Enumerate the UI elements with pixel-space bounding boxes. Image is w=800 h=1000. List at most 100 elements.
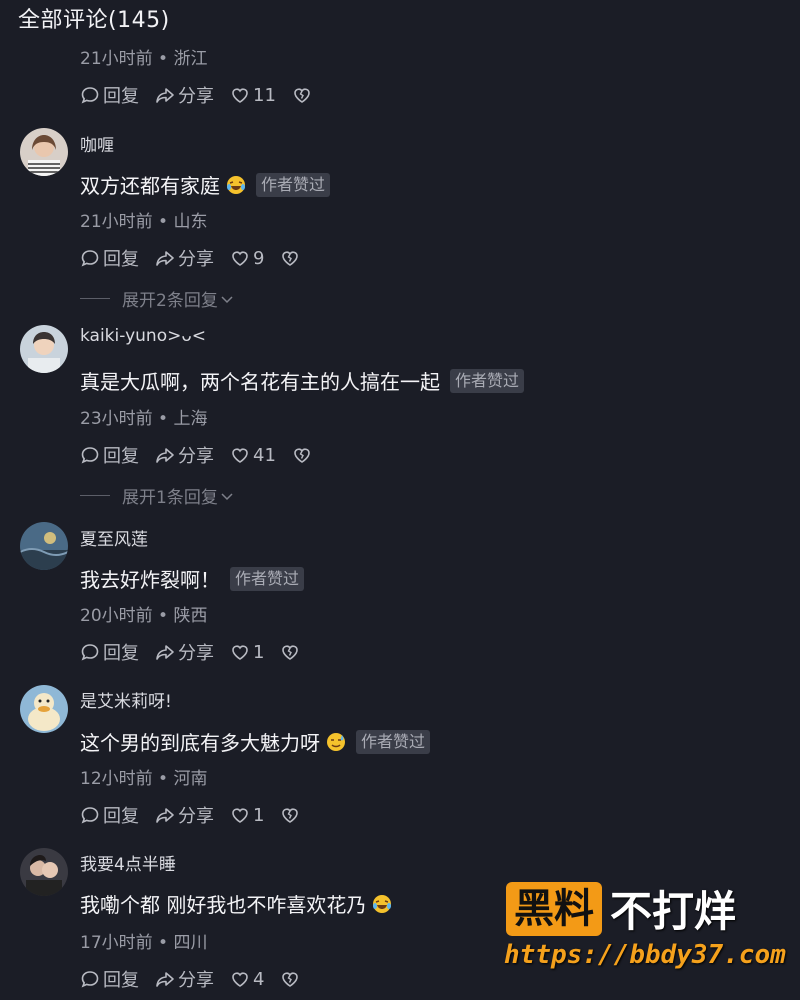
user-avatar-image xyxy=(20,128,68,176)
like-count: 9 xyxy=(253,247,265,269)
comment-actions: 回复 分享 4 xyxy=(80,966,319,992)
comment-meta: 21小时前 • 浙江 xyxy=(80,49,208,69)
reply-bubble-icon xyxy=(81,250,99,267)
reply-button[interactable]: 回复 xyxy=(80,639,139,665)
reply-button[interactable]: 回复 xyxy=(80,82,139,108)
chevron-down-icon xyxy=(221,295,233,303)
avatar[interactable] xyxy=(20,522,68,570)
like-count: 4 xyxy=(253,968,265,990)
share-button[interactable]: 分享 xyxy=(155,245,214,271)
expand-replies-label: 展开2条回复 xyxy=(122,291,218,311)
comment-meta: 12小时前 • 河南 xyxy=(80,769,208,789)
reply-button[interactable]: 回复 xyxy=(80,802,139,828)
share-button[interactable]: 分享 xyxy=(155,966,214,992)
heart-icon xyxy=(232,88,248,103)
like-button[interactable]: 1 xyxy=(230,642,264,663)
comment-actions: 回复 分享 41 xyxy=(80,442,331,468)
expand-replies-label: 展开1条回复 xyxy=(122,488,218,508)
heart-icon xyxy=(232,645,248,660)
share-label: 分享 xyxy=(178,970,214,991)
like-count: 1 xyxy=(253,641,265,663)
share-icon xyxy=(156,448,174,463)
broken-heart-icon xyxy=(282,808,299,823)
username[interactable]: 夏至风莲 xyxy=(80,525,148,550)
dislike-button[interactable] xyxy=(280,969,303,989)
author-liked-badge: 作者赞过 xyxy=(230,566,305,591)
share-label: 分享 xyxy=(178,643,214,664)
avatar[interactable] xyxy=(20,128,68,176)
share-button[interactable]: 分享 xyxy=(155,639,214,665)
avatar[interactable] xyxy=(20,325,68,373)
avatar[interactable] xyxy=(20,685,68,733)
comment-body: 我嘞个都 刚好我也不咋喜欢花乃 xyxy=(80,893,367,917)
user-avatar-image xyxy=(20,325,68,373)
comment-actions: 回复 分享 1 xyxy=(80,802,319,828)
comment-body: 双方还都有家庭 xyxy=(80,174,220,198)
heart-icon xyxy=(232,448,248,463)
expand-replies-button[interactable]: 展开2条回复 xyxy=(80,286,234,311)
like-button[interactable]: 1 xyxy=(230,805,264,826)
share-label: 分享 xyxy=(178,806,214,827)
username[interactable]: 我要4点半睡 xyxy=(80,850,176,875)
watermark-brand: 黑料 xyxy=(506,881,602,936)
like-button[interactable]: 41 xyxy=(230,445,276,466)
share-button[interactable]: 分享 xyxy=(155,802,214,828)
reply-button[interactable]: 回复 xyxy=(80,966,139,992)
dislike-button[interactable] xyxy=(280,642,303,662)
broken-heart-icon xyxy=(282,251,299,266)
share-icon xyxy=(156,251,174,266)
like-count: 1 xyxy=(253,804,265,826)
chevron-down-icon xyxy=(221,492,233,500)
username[interactable]: 咖喱 xyxy=(80,131,114,156)
comment-actions: 回复 分享 1 xyxy=(80,639,319,665)
share-button[interactable]: 分享 xyxy=(155,442,214,468)
comment-text: 双方还都有家庭 作者赞过 xyxy=(80,170,331,199)
reply-button[interactable]: 回复 xyxy=(80,245,139,271)
site-watermark: 黑料 不打烊 https://bbdy37.com xyxy=(498,850,788,978)
reply-label: 回复 xyxy=(103,249,139,270)
broken-heart-icon xyxy=(294,88,310,103)
like-button[interactable]: 9 xyxy=(230,248,264,269)
share-icon xyxy=(156,88,174,103)
dislike-button[interactable] xyxy=(292,85,315,105)
comment-text: 这个男的到底有多大魅力呀 作者赞过 xyxy=(80,727,431,756)
dislike-button[interactable] xyxy=(280,248,303,268)
reply-button[interactable]: 回复 xyxy=(80,442,139,468)
share-icon xyxy=(156,972,174,987)
broken-heart-icon xyxy=(282,645,299,660)
reply-label: 回复 xyxy=(103,86,139,107)
user-avatar-image xyxy=(20,522,68,570)
dislike-button[interactable] xyxy=(280,805,303,825)
laugh-cry-emoji-icon xyxy=(227,175,245,194)
comments-header-title: 全部评论(145) xyxy=(18,8,170,33)
author-liked-badge: 作者赞过 xyxy=(450,368,525,393)
watermark-logo: 黑料 不打烊 xyxy=(506,878,736,939)
username[interactable]: kaiki-yuno>ᴗ< xyxy=(80,326,206,346)
share-label: 分享 xyxy=(178,86,214,107)
comment-actions: 回复 分享 11 xyxy=(80,82,331,108)
like-button[interactable]: 4 xyxy=(230,969,264,990)
comment-actions: 回复 分享 9 xyxy=(80,245,319,271)
divider-line xyxy=(80,495,110,496)
comment-body: 真是大瓜啊，两个名花有主的人搞在一起 xyxy=(80,370,440,394)
username[interactable]: 是艾米莉呀! xyxy=(80,687,172,712)
dislike-button[interactable] xyxy=(292,445,315,465)
heart-icon xyxy=(232,808,248,823)
comment-text: 我嘞个都 刚好我也不咋喜欢花乃 xyxy=(80,889,392,918)
reply-bubble-icon xyxy=(81,971,99,988)
like-button[interactable]: 11 xyxy=(230,85,276,106)
reply-label: 回复 xyxy=(103,970,139,991)
comment-text: 我去好炸裂啊！ 作者赞过 xyxy=(80,564,305,593)
share-button[interactable]: 分享 xyxy=(155,82,214,108)
expand-replies-button[interactable]: 展开1条回复 xyxy=(80,483,234,508)
like-count: 11 xyxy=(253,84,276,106)
comment-meta: 21小时前 • 山东 xyxy=(80,212,208,232)
share-icon xyxy=(156,808,174,823)
avatar[interactable] xyxy=(20,848,68,896)
reply-bubble-icon xyxy=(81,807,99,824)
share-label: 分享 xyxy=(178,446,214,467)
reply-label: 回复 xyxy=(103,643,139,664)
author-liked-badge: 作者赞过 xyxy=(256,172,331,197)
reply-label: 回复 xyxy=(103,446,139,467)
share-icon xyxy=(156,645,174,660)
